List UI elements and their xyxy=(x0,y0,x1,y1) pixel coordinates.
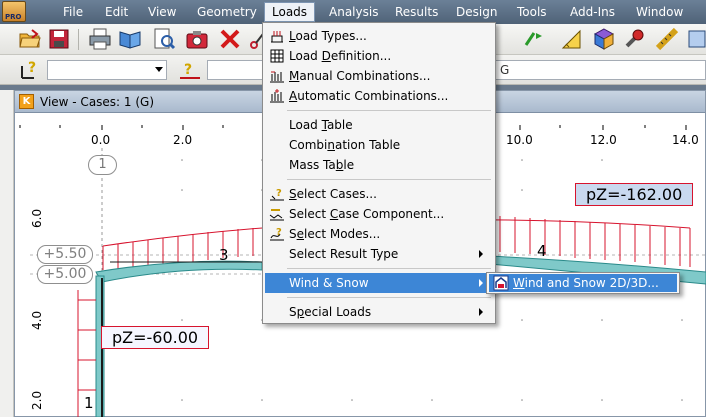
load-value-side[interactable]: pZ=-60.00 xyxy=(101,326,210,349)
menu-geometry[interactable]: Geometry xyxy=(190,3,264,21)
select-modes-icon: ? xyxy=(269,226,285,242)
open-icon[interactable] xyxy=(18,27,42,51)
menu-item-manual-combinations[interactable]: Manual Combinations... xyxy=(265,66,493,86)
app-logo-text: PRO xyxy=(5,13,22,21)
x-tick-2: 10.0 xyxy=(506,133,533,147)
wind-snow-submenu: Wind and Snow 2D/3D... xyxy=(486,272,680,294)
x-tick-0: 0.0 xyxy=(91,133,111,147)
refresh-icon[interactable] xyxy=(522,27,546,51)
y-tick-1: 4.0 xyxy=(30,310,44,330)
y-tick-0: 6.0 xyxy=(30,208,44,228)
loads-menu: Load Types... Load Definition... Manual … xyxy=(262,22,496,324)
menu-item-combination-table[interactable]: Combination Table xyxy=(265,135,493,155)
load-definition-icon xyxy=(269,48,285,64)
member-label-1: 1 xyxy=(84,394,94,412)
wrench-icon[interactable] xyxy=(622,27,646,51)
menu-item-wind-and-snow-2d3d[interactable]: Wind and Snow 2D/3D... xyxy=(489,274,677,292)
menu-view[interactable]: View xyxy=(141,3,183,21)
left-gutter xyxy=(0,90,14,417)
select-case-component-icon xyxy=(269,206,285,222)
ruler-icon[interactable] xyxy=(655,27,679,51)
submenu-arrow-icon xyxy=(479,308,483,316)
menu-add-ins[interactable]: Add-Ins xyxy=(563,3,622,21)
structure-icon[interactable] xyxy=(592,27,616,51)
svg-text:?: ? xyxy=(276,188,282,199)
case-combo[interactable] xyxy=(207,60,267,80)
view-title: View - Cases: 1 (G) xyxy=(40,95,155,109)
menu-analysis[interactable]: Analysis xyxy=(322,3,385,21)
menu-loads[interactable]: Loads xyxy=(264,2,316,22)
case-help-icon[interactable]: ? xyxy=(178,58,202,82)
case-filter-combo-value: G xyxy=(500,63,510,77)
load-value-top[interactable]: pZ=-162.00 xyxy=(575,183,694,206)
node-label[interactable]: 1 xyxy=(88,155,117,175)
menu-item-mass-table[interactable]: Mass Table xyxy=(265,155,493,175)
manual-combinations-icon xyxy=(269,68,285,84)
delete-icon[interactable] xyxy=(218,27,242,51)
menu-item-wind-snow[interactable]: Wind & Snow xyxy=(265,273,493,293)
menu-item-load-table[interactable]: Load Table xyxy=(265,115,493,135)
chevron-down-icon xyxy=(155,67,163,72)
svg-text:?: ? xyxy=(28,60,36,76)
wind-snow-icon xyxy=(493,275,509,291)
save-icon[interactable] xyxy=(47,27,71,51)
y-tick-2: 2.0 xyxy=(30,390,44,410)
x-tick-4: 14.0 xyxy=(672,133,699,147)
svg-text:?: ? xyxy=(276,227,282,238)
selection-combo[interactable] xyxy=(47,60,167,80)
menu-item-select-result-type[interactable]: Select Result Type xyxy=(265,244,493,264)
menu-window[interactable]: Window xyxy=(629,3,690,21)
menubar: PRO File Edit View Geometry Loads Analys… xyxy=(0,0,706,24)
app-logo[interactable]: PRO xyxy=(2,1,26,22)
print-icon[interactable] xyxy=(88,27,112,51)
select-help-icon[interactable]: ? xyxy=(18,58,42,82)
case-filter-combo[interactable]: G xyxy=(496,60,706,80)
member-label-4: 4 xyxy=(537,242,547,260)
level-label-1: +5.50 xyxy=(37,245,93,264)
automatic-combinations-icon xyxy=(269,88,285,104)
submenu-arrow-icon xyxy=(479,250,483,258)
svg-text:?: ? xyxy=(184,62,192,78)
menu-item-load-definition[interactable]: Load Definition... xyxy=(265,46,493,66)
menu-item-select-cases[interactable]: ? Select Cases... xyxy=(265,184,493,204)
menu-design[interactable]: Design xyxy=(449,3,504,21)
menu-item-load-types[interactable]: Load Types... xyxy=(265,26,493,46)
x-tick-1: 2.0 xyxy=(173,133,193,147)
book-icon[interactable] xyxy=(118,27,142,51)
menu-item-select-modes[interactable]: ? Select Modes... xyxy=(265,224,493,244)
view-icon: K xyxy=(19,94,34,109)
menu-edit[interactable]: Edit xyxy=(98,3,135,21)
select-cases-icon: ? xyxy=(269,186,285,202)
more-tools-icon[interactable] xyxy=(685,27,706,51)
menu-tools[interactable]: Tools xyxy=(510,3,554,21)
preview-icon[interactable] xyxy=(152,27,176,51)
x-tick-3: 12.0 xyxy=(590,133,617,147)
load-types-icon xyxy=(269,28,285,44)
menu-item-automatic-combinations[interactable]: Automatic Combinations... xyxy=(265,86,493,106)
menu-item-special-loads[interactable]: Special Loads xyxy=(265,302,493,322)
menu-file[interactable]: File xyxy=(56,3,90,21)
measure-icon[interactable] xyxy=(560,27,584,51)
submenu-arrow-icon xyxy=(479,279,483,287)
level-label-2: +5.00 xyxy=(37,265,93,284)
menu-item-select-case-component[interactable]: Select Case Component... xyxy=(265,204,493,224)
member-label-3: 3 xyxy=(219,246,229,264)
menu-results[interactable]: Results xyxy=(388,3,445,21)
camera-icon[interactable] xyxy=(185,27,209,51)
